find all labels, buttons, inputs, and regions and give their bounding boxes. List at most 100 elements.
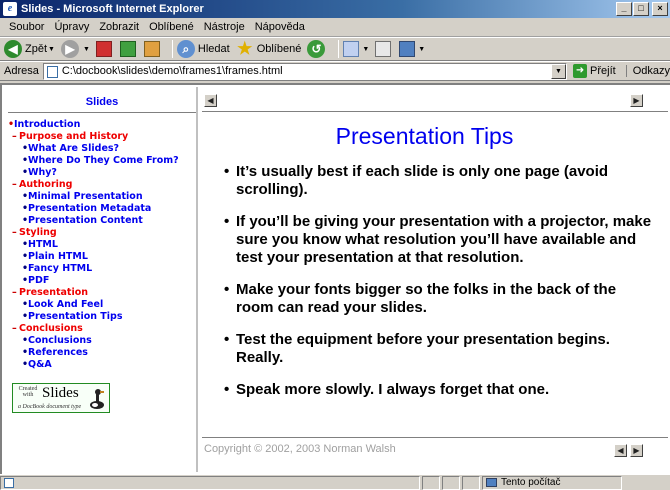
go-arrow-icon: ➜	[573, 64, 588, 78]
tip-item: Test the equipment before your presentat…	[224, 331, 654, 367]
mail-button[interactable]: ▼	[343, 41, 369, 57]
menu-bar: Soubor Úpravy Zobrazit Oblíbené Nástroje…	[0, 18, 670, 37]
toc-item[interactable]: •Presentation Content	[8, 215, 196, 227]
toc-list: •Introduction – Purpose and History •What…	[8, 119, 196, 371]
status-panel	[422, 475, 440, 490]
computer-icon	[486, 477, 497, 487]
chevron-down-icon: ▼	[418, 45, 426, 53]
address-value: C:\docbook\slides\demo\frames1\frames.ht…	[61, 65, 283, 77]
home-button[interactable]	[143, 41, 162, 57]
back-arrow-icon: ◀	[4, 40, 22, 58]
search-label: Hledat	[197, 43, 230, 55]
toc-item[interactable]: •Fancy HTML	[8, 263, 196, 275]
tip-item: It’s usually best if each slide is only …	[224, 163, 654, 199]
close-button[interactable]: ×	[652, 2, 668, 16]
tips-list: It’s usually best if each slide is only …	[224, 163, 654, 413]
toc-item[interactable]: •References	[8, 347, 196, 359]
menu-file[interactable]: Soubor	[4, 21, 49, 33]
forward-arrow-icon: ▶	[60, 40, 79, 58]
next-slide-button[interactable]: ▶	[630, 94, 643, 107]
slide-frame: ◀ ▶ Presentation Tips It’s usually best …	[202, 87, 668, 472]
toc-item[interactable]: •Q&A	[8, 359, 196, 371]
address-dropdown-button[interactable]: ▼	[551, 63, 567, 79]
links-button[interactable]: Odkazy	[625, 65, 670, 77]
chevron-down-icon: ▼	[48, 45, 55, 53]
print-button[interactable]	[375, 41, 393, 57]
toc-item[interactable]: •Conclusions	[8, 335, 196, 347]
slides-logo[interactable]: Created with Slides a DocBook document t…	[12, 383, 110, 413]
menu-favorites[interactable]: Oblíbené	[144, 21, 199, 33]
minimize-button[interactable]: _	[616, 2, 632, 16]
tip-item: Make your fonts bigger so the folks in t…	[224, 281, 654, 317]
page-done-icon	[4, 477, 14, 488]
menu-view[interactable]: Zobrazit	[94, 21, 144, 33]
stop-button[interactable]	[95, 41, 114, 57]
status-bar: Tento počítač	[0, 474, 670, 490]
home-icon	[143, 41, 160, 57]
forward-button[interactable]: ▶ ▼	[60, 40, 90, 58]
toc-item[interactable]: – Purpose and History	[8, 131, 196, 143]
toc-item[interactable]: •Why?	[8, 167, 196, 179]
toc-item[interactable]: •Presentation Tips	[8, 311, 196, 323]
edit-button[interactable]: ▼	[399, 41, 425, 57]
slide-nav-top: ◀ ▶	[202, 94, 668, 108]
window-controls: _ □ ×	[615, 2, 668, 16]
tip-item: Speak more slowly. I always forget that …	[224, 381, 654, 399]
toc-item[interactable]: •Plain HTML	[8, 251, 196, 263]
toc-item[interactable]: •Where Do They Come From?	[8, 155, 196, 167]
address-input[interactable]: C:\docbook\slides\demo\frames1\frames.ht…	[42, 62, 568, 80]
back-button[interactable]: ◀ Zpět ▼	[4, 40, 55, 58]
maximize-button[interactable]: □	[633, 2, 649, 16]
toc-item[interactable]: •HTML	[8, 239, 196, 251]
toolbar-separator	[338, 40, 340, 58]
toc-frame: Slides •Introduction – Purpose and Histor…	[6, 87, 198, 472]
history-icon: ↺	[307, 40, 326, 58]
toc-item[interactable]: •What Are Slides?	[8, 143, 196, 155]
logo-created-with: Created with	[18, 386, 38, 398]
refresh-button[interactable]	[119, 41, 138, 57]
search-button[interactable]: ⌕ Hledat	[176, 40, 230, 58]
duck-icon	[90, 389, 104, 409]
slide-title: Presentation Tips	[335, 123, 514, 149]
toc-item[interactable]: – Styling	[8, 227, 196, 239]
browser-content: Slides •Introduction – Purpose and Histor…	[0, 83, 670, 474]
status-zone: Tento počítač	[482, 475, 622, 490]
star-icon: ★	[237, 39, 253, 58]
menu-edit[interactable]: Úpravy	[49, 21, 94, 33]
mail-icon	[343, 41, 360, 57]
toc-item[interactable]: •Minimal Presentation	[8, 191, 196, 203]
window-title: Slides - Microsoft Internet Explorer	[21, 3, 204, 15]
zone-label: Tento počítač	[501, 476, 561, 488]
go-label: Přejít	[590, 65, 616, 77]
toc-item[interactable]: – Presentation	[8, 287, 196, 299]
print-icon	[375, 41, 392, 57]
menu-help[interactable]: Nápověda	[250, 21, 310, 33]
logo-name: Slides	[42, 385, 79, 401]
status-panel	[442, 475, 460, 490]
toc-item[interactable]: •PDF	[8, 275, 196, 287]
tip-item: If you’ll be giving your presentation wi…	[224, 213, 654, 267]
favorites-button[interactable]: ★ Oblíbené	[236, 39, 301, 58]
toolbar: ◀ Zpět ▼ ▶ ▼ ⌕ Hledat ★ Oblíbené ↺ ▼ ▼	[0, 37, 670, 61]
address-label: Adresa	[4, 65, 39, 77]
previous-slide-button-bottom[interactable]: ◀	[614, 444, 627, 457]
go-button[interactable]: ➜ Přejít	[573, 64, 616, 78]
edit-icon	[399, 41, 416, 57]
ie-icon: e	[3, 2, 17, 16]
window-titlebar: e Slides - Microsoft Internet Explorer _…	[0, 0, 670, 18]
toolbar-separator	[171, 40, 173, 58]
toc-item[interactable]: •Look And Feel	[8, 299, 196, 311]
chevron-down-icon: ▼	[362, 45, 370, 53]
refresh-icon	[119, 41, 136, 57]
toc-item[interactable]: •Presentation Metadata	[8, 203, 196, 215]
menu-tools[interactable]: Nástroje	[199, 21, 250, 33]
slide-divider-bottom	[202, 437, 668, 438]
history-button[interactable]: ↺	[307, 40, 328, 58]
next-slide-button-bottom[interactable]: ▶	[630, 444, 643, 457]
toc-item[interactable]: – Conclusions	[8, 323, 196, 335]
toc-item[interactable]: – Authoring	[8, 179, 196, 191]
toc-title[interactable]: Slides	[8, 96, 196, 113]
previous-slide-button[interactable]: ◀	[204, 94, 217, 107]
toc-item[interactable]: •Introduction	[8, 119, 196, 131]
logo-subtitle: a DocBook document type	[18, 404, 82, 410]
